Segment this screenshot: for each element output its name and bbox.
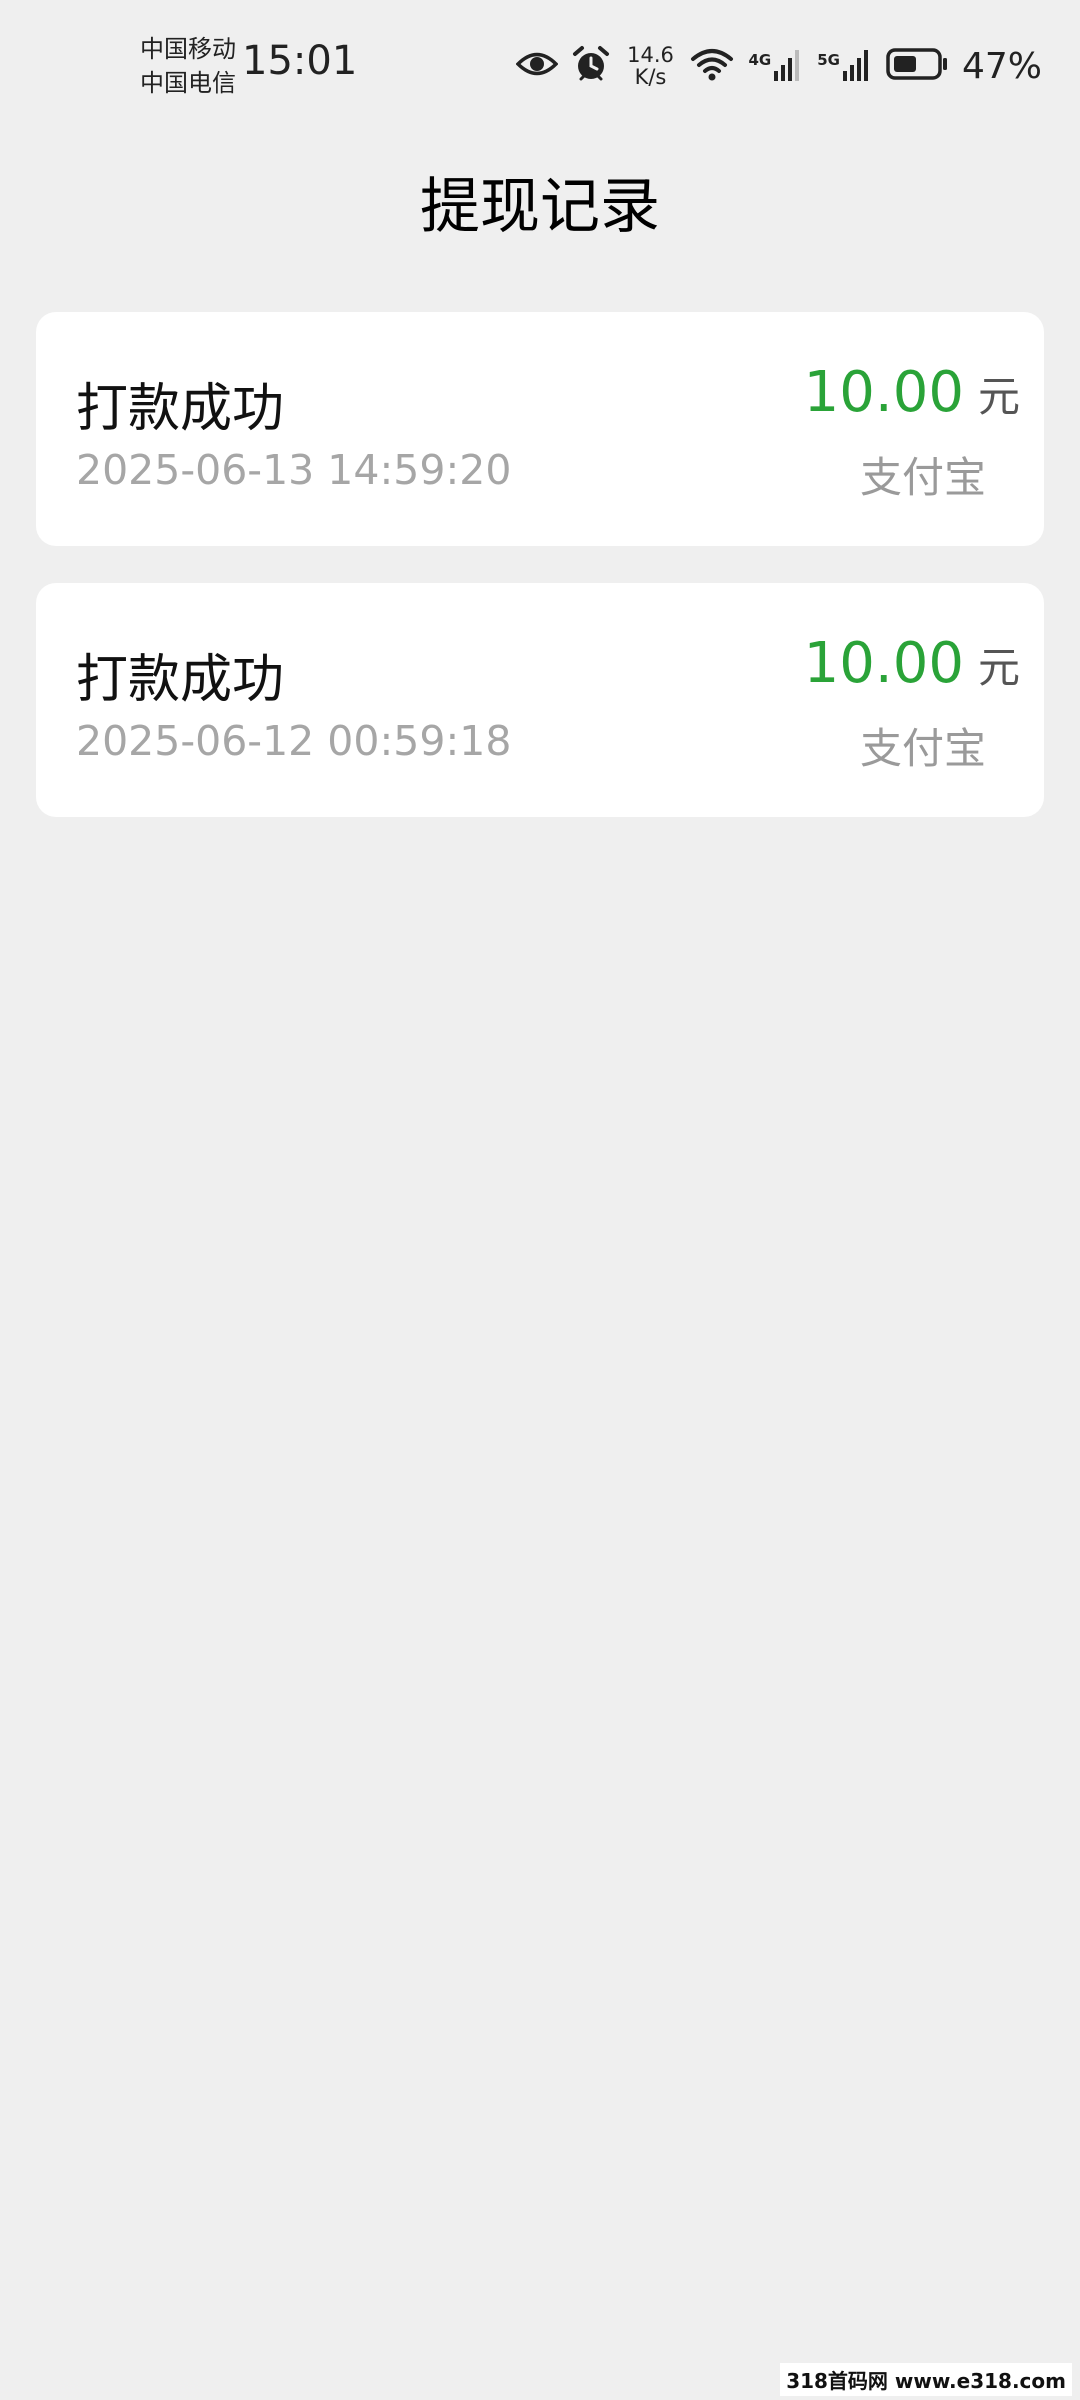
record-status: 打款成功 — [76, 379, 285, 439]
record-currency-unit: 元 — [977, 372, 1020, 421]
status-icons: 14.6 K/s 4G 5G 47% — [516, 36, 1042, 96]
withdrawal-record-list: 打款成功 2025-06-13 14:59:20 10.00 元 支付宝 打款成… — [36, 312, 1044, 854]
carrier-1: 中国移动 — [140, 35, 236, 63]
net-speed-value: 14.6 — [627, 43, 674, 67]
signal-icon — [842, 47, 872, 85]
battery-icon — [886, 47, 948, 85]
net-speed-unit: K/s — [634, 65, 667, 89]
net-speed: 14.6 K/s — [624, 44, 676, 88]
page-title: 提现记录 — [420, 172, 660, 242]
record-payment-channel: 支付宝 — [859, 453, 986, 502]
sim2-network-label: 5G — [817, 51, 840, 69]
record-status: 打款成功 — [76, 650, 285, 710]
carrier-labels: 中国移动 中国电信 — [140, 32, 236, 100]
status-time: 15:01 — [242, 38, 358, 84]
sim2-signal: 5G — [817, 47, 872, 85]
sim1-signal: 4G — [748, 47, 803, 85]
signal-icon — [773, 47, 803, 85]
carrier-2: 中国电信 — [140, 69, 236, 97]
record-time: 2025-06-12 00:59:18 — [76, 717, 512, 765]
alarm-icon — [572, 45, 610, 87]
sim1-network-label: 4G — [748, 51, 772, 69]
record-time: 2025-06-13 14:59:20 — [76, 446, 512, 494]
record-amount: 10.00 — [803, 360, 964, 425]
record-amount: 10.00 — [803, 631, 964, 696]
record-currency-unit: 元 — [977, 643, 1020, 692]
withdrawal-record-card[interactable]: 打款成功 2025-06-13 14:59:20 10.00 元 支付宝 — [36, 312, 1044, 546]
wifi-icon — [690, 47, 734, 85]
record-payment-channel: 支付宝 — [859, 724, 986, 773]
withdrawal-record-card[interactable]: 打款成功 2025-06-12 00:59:18 10.00 元 支付宝 — [36, 583, 1044, 817]
record-amount-group: 10.00 元 — [804, 360, 1020, 425]
record-amount-group: 10.00 元 — [804, 631, 1020, 696]
watermark: 318首码网 www.e318.com — [780, 2363, 1072, 2396]
status-bar: 中国移动 中国电信 15:01 14.6 K/s 4G 5G 47% — [0, 0, 1080, 130]
eye-icon — [516, 49, 559, 83]
battery-percent: 47% — [961, 45, 1042, 87]
